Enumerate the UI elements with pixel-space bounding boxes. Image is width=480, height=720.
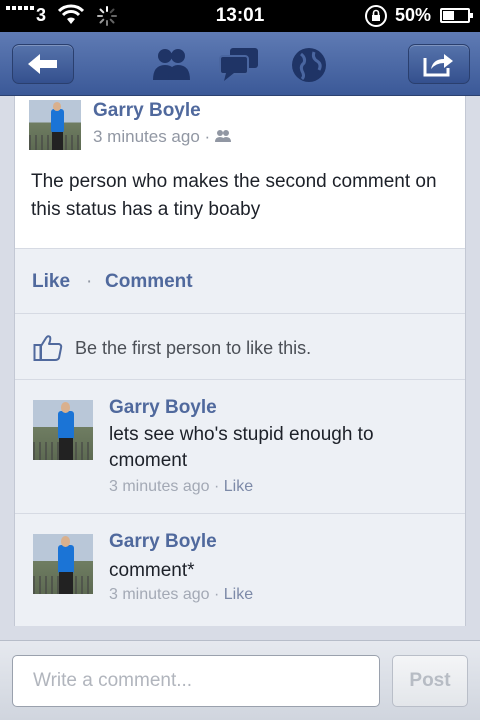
messages-icon[interactable] (218, 46, 260, 82)
status-post: Garry Boyle 3 minutes ago · The person w… (15, 96, 465, 248)
battery-icon (440, 8, 473, 23)
comment-like-link[interactable]: Like (224, 478, 253, 495)
comment-timestamp: 3 minutes ago (109, 478, 210, 495)
like-button[interactable]: Like (32, 271, 70, 293)
post-actions: Like · Comment (15, 248, 465, 314)
friends-icon[interactable] (150, 46, 192, 82)
status-bar: 3 13:01 50% (0, 0, 480, 32)
back-button[interactable] (12, 44, 74, 84)
comment-avatar[interactable] (33, 400, 93, 460)
action-separator: · (86, 271, 93, 292)
comment-avatar[interactable] (33, 534, 93, 594)
friends-privacy-icon (214, 130, 231, 142)
post-button[interactable]: Post (392, 655, 468, 707)
comment-item: Garry Boyle lets see who's stupid enough… (15, 380, 465, 514)
comment-meta: 3 minutes ago · Like (109, 478, 253, 496)
rotation-lock-icon (365, 5, 387, 27)
post-meta: 3 minutes ago · (93, 127, 231, 147)
comment-meta-separator: · (213, 586, 220, 603)
status-card: Garry Boyle 3 minutes ago · The person w… (14, 96, 466, 626)
comment-author[interactable]: Garry Boyle (109, 397, 217, 419)
share-button[interactable] (408, 44, 470, 84)
thumbs-up-icon (33, 335, 63, 361)
comment-button[interactable]: Comment (105, 271, 193, 293)
post-author[interactable]: Garry Boyle (93, 100, 201, 122)
post-body: The person who makes the second comment … (31, 171, 437, 220)
globe-icon[interactable] (290, 46, 328, 84)
nav-bar (0, 32, 480, 96)
comment-input[interactable] (12, 655, 380, 707)
post-timestamp: 3 minutes ago (93, 127, 200, 146)
comment-text: comment* (109, 560, 195, 581)
comment-item: Garry Boyle comment* 3 minutes ago · Lik… (15, 514, 465, 626)
comment-timestamp: 3 minutes ago (109, 586, 210, 603)
avatar[interactable] (29, 100, 81, 150)
likes-summary: Be the first person to like this. (15, 314, 465, 380)
battery-percent: 50% (395, 5, 432, 25)
comment-like-link[interactable]: Like (224, 586, 253, 603)
comment-author[interactable]: Garry Boyle (109, 531, 217, 553)
comment-text: lets see who's stupid enough to cmoment (109, 424, 374, 471)
comment-composer: Post (0, 640, 480, 720)
comment-meta-separator: · (213, 478, 220, 495)
meta-separator: · (204, 127, 211, 146)
likes-text: Be the first person to like this. (75, 338, 312, 358)
back-arrow-icon (28, 54, 57, 74)
comment-meta: 3 minutes ago · Like (109, 586, 253, 604)
share-icon (423, 54, 453, 77)
